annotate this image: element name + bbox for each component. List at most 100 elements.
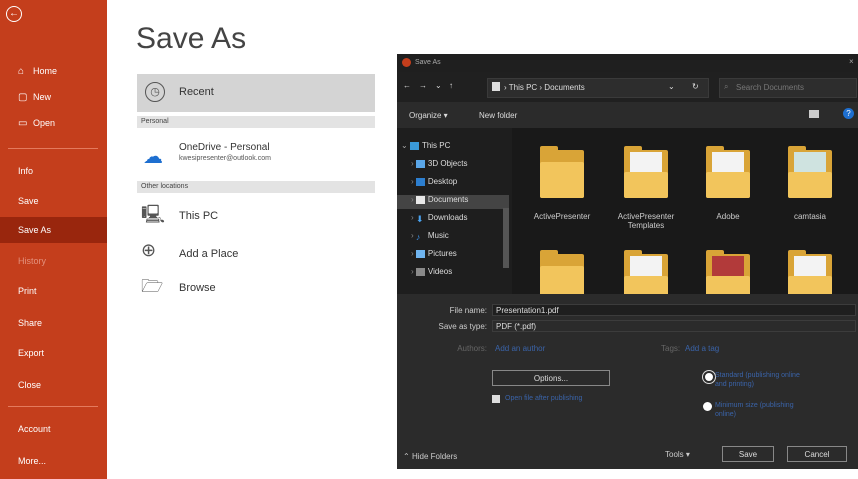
back-arrow-icon[interactable]: ← xyxy=(6,6,22,22)
tags-label: Tags: xyxy=(661,344,681,353)
nav-account[interactable]: Account xyxy=(0,416,107,442)
location-add-place[interactable]: ⊕ Add a Place xyxy=(137,240,375,266)
tree-item-downloads[interactable]: › ⬇ Downloads xyxy=(411,213,467,224)
location-this-pc[interactable]: 🖳 This PC xyxy=(137,202,375,228)
radio-minimum-label: Minimum size (publishing online) xyxy=(715,402,794,418)
tree-item-3d-objects[interactable]: › 3D Objects xyxy=(411,159,467,168)
dialog-title-bar: Save As × xyxy=(397,54,858,72)
view-options-icon[interactable] xyxy=(809,110,819,118)
tree-item-this-pc[interactable]: ⌄ This PC xyxy=(401,141,450,150)
close-icon[interactable]: × xyxy=(849,57,854,66)
backstage-sidebar: ← ⌂ Home ▢ New ▭ Open Info Save Save As His… xyxy=(0,0,107,479)
folder-label[interactable]: camtasia xyxy=(770,212,850,221)
address-bar[interactable]: › This PC › Documents ⌄ ↻ xyxy=(487,78,709,98)
sidebar-divider xyxy=(8,148,98,149)
nav-print[interactable]: Print xyxy=(0,278,107,304)
page-title: Save As xyxy=(136,22,247,55)
savetype-label: Save as type: xyxy=(438,322,487,331)
nav-info[interactable]: Info xyxy=(0,158,107,184)
location-browse[interactable]: 🗁 Browse xyxy=(137,274,375,300)
navigation-pane: ⌄ This PC › 3D Objects › Desktop › Docum… xyxy=(397,128,512,294)
tools-button[interactable]: Tools ▾ xyxy=(665,450,690,459)
cloud-icon: ☁ xyxy=(143,146,163,168)
scrollbar-thumb[interactable] xyxy=(503,208,509,268)
computer-icon xyxy=(409,141,419,150)
nav-share[interactable]: Share xyxy=(0,310,107,336)
tree-item-documents[interactable]: › Documents xyxy=(397,195,509,209)
recent-dropdown-icon[interactable]: ⌄ xyxy=(435,81,442,90)
download-arrow-icon: ⬇ xyxy=(415,213,424,224)
new-folder-button[interactable]: New folder xyxy=(479,111,517,120)
tree-item-videos[interactable]: › Videos xyxy=(411,267,452,276)
folder-label[interactable]: ActivePresenter xyxy=(522,212,602,221)
back-icon[interactable]: ← xyxy=(403,81,411,90)
savetype-select[interactable]: PDF (*.pdf) xyxy=(492,320,856,332)
folder-icon[interactable] xyxy=(788,250,832,294)
nav-save[interactable]: Save xyxy=(0,188,107,214)
folder-label[interactable]: Adobe xyxy=(688,212,768,221)
nav-history: History xyxy=(18,256,47,266)
nav-close[interactable]: Close xyxy=(0,372,107,398)
folder-icon[interactable] xyxy=(624,250,668,294)
dialog-toolbar: Organize ▾ New folder ? xyxy=(397,102,858,128)
nav-more[interactable]: More... xyxy=(0,448,107,474)
cancel-button[interactable]: Cancel xyxy=(787,446,847,462)
folder-icon[interactable] xyxy=(624,146,668,198)
search-icon: ⌕ xyxy=(724,82,729,91)
music-note-icon: ♪ xyxy=(415,231,421,242)
help-icon[interactable]: ? xyxy=(843,108,854,119)
tree-item-pictures[interactable]: › Pictures xyxy=(411,249,457,258)
globe-add-icon: ⊕ xyxy=(141,240,157,260)
sidebar-divider xyxy=(8,406,98,407)
dialog-lower-panel: File name: Presentation1.pdf Save as typ… xyxy=(397,294,858,469)
search-input[interactable]: ⌕ Search Documents xyxy=(719,78,857,98)
nav-open[interactable]: ▭ Open xyxy=(0,110,107,136)
clock-icon: ◷ xyxy=(145,82,165,102)
chevron-down-icon[interactable]: ⌄ xyxy=(668,82,675,91)
save-as-dialog: Save As × ← → ⌄ ↑ › This PC › Documents … xyxy=(397,54,858,469)
address-bar-row: ← → ⌄ ↑ › This PC › Documents ⌄ ↻ ⌕ Sear… xyxy=(397,72,858,102)
folder-icon[interactable] xyxy=(706,146,750,198)
location-recent[interactable]: ◷ Recent xyxy=(137,74,375,112)
tags-input[interactable]: Add a tag xyxy=(685,344,719,353)
powerpoint-logo-icon xyxy=(402,58,411,67)
checkbox-open-after[interactable] xyxy=(492,395,500,403)
filename-label: File name: xyxy=(449,306,487,315)
filename-input[interactable]: Presentation1.pdf xyxy=(492,304,856,316)
videos-icon xyxy=(415,267,425,276)
documents-icon xyxy=(415,195,425,204)
folder-icon[interactable] xyxy=(706,250,750,294)
section-header-other: Other locations xyxy=(137,181,375,193)
desktop-icon xyxy=(415,177,425,186)
open-folder-icon: ▭ xyxy=(18,118,28,129)
folder-open-icon: 🗁 xyxy=(141,276,164,296)
save-button[interactable]: Save xyxy=(722,446,774,462)
open-after-label: Open file after publishing xyxy=(505,395,583,402)
nav-new[interactable]: ▢ New xyxy=(0,84,107,110)
authors-label: Authors: xyxy=(457,344,487,353)
nav-save-as[interactable]: Save As xyxy=(0,217,107,243)
tree-item-music[interactable]: › ♪ Music xyxy=(411,231,449,242)
folder-label[interactable]: ActivePresenter Templates xyxy=(606,212,686,230)
radio-standard-label: Standard (publishing online and printing… xyxy=(715,372,800,388)
pictures-icon xyxy=(415,249,425,258)
radio-minimum[interactable] xyxy=(703,402,712,411)
nav-home[interactable]: ⌂ Home xyxy=(0,58,107,84)
up-arrow-icon[interactable]: ↑ xyxy=(449,81,453,90)
organize-button[interactable]: Organize ▾ xyxy=(409,111,448,120)
folder-icon[interactable] xyxy=(540,250,584,294)
nav-export[interactable]: Export xyxy=(0,340,107,366)
folder-icon[interactable] xyxy=(788,146,832,198)
home-icon: ⌂ xyxy=(18,66,25,77)
cube-icon xyxy=(415,159,425,168)
hide-folders-button[interactable]: ⌃ Hide Folders xyxy=(403,452,457,461)
folder-icon[interactable] xyxy=(540,146,584,198)
authors-input[interactable]: Add an author xyxy=(495,344,545,353)
options-button[interactable]: Options... xyxy=(492,370,610,386)
refresh-icon[interactable]: ↻ xyxy=(692,82,699,91)
location-onedrive[interactable]: ☁ OneDrive - Personal kwesipresenter@out… xyxy=(137,138,375,168)
forward-icon[interactable]: → xyxy=(419,81,427,90)
new-doc-icon: ▢ xyxy=(18,92,28,103)
radio-standard[interactable] xyxy=(703,371,715,383)
tree-item-desktop[interactable]: › Desktop xyxy=(411,177,457,186)
